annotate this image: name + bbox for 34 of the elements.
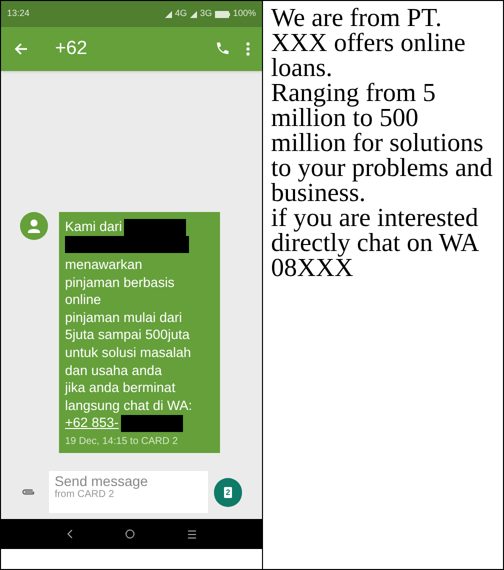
more-options-icon[interactable] <box>246 41 250 57</box>
message-line: online <box>65 291 102 309</box>
status-time: 13:24 <box>7 7 30 20</box>
avatar-icon <box>20 212 48 240</box>
message-line: jika anda berminat <box>65 379 176 397</box>
translation-text: We are from PT. XXX offers online loans. <box>271 5 466 80</box>
send-sim-button[interactable]: 2 <box>214 478 242 506</box>
back-nav-icon[interactable] <box>67 529 74 539</box>
network-label: 3G <box>200 7 212 20</box>
network-label: 4G <box>174 7 187 20</box>
message-line: pinjaman mulai dari <box>65 308 182 326</box>
attachment-icon[interactable] <box>21 487 35 497</box>
translation-text: if you are interested directly chat on WA 08XXX <box>271 205 480 280</box>
message-line: 5juta sampai 500juta <box>65 326 190 344</box>
message-line: menawarkan <box>65 256 142 274</box>
message-input-field[interactable]: Send message from CARD 2 <box>48 471 208 513</box>
message-line: pinjaman berbasis <box>65 274 175 292</box>
menu-nav-icon[interactable] <box>188 530 196 538</box>
message-line: langsung chat di WA: <box>65 396 192 414</box>
message-timestamp: 19 Dec, 14:15 to CARD 2 <box>65 435 179 449</box>
battery-level: 100% <box>232 7 256 20</box>
message-line: dan usaha anda <box>65 362 162 380</box>
phone-link[interactable]: +62 853- <box>65 414 119 432</box>
translation-text: Ranging from 5 million to 500 million for solutions to your problems and business. <box>271 80 494 205</box>
message-line: Kami dari <box>65 218 122 236</box>
phone-icon[interactable] <box>214 41 230 57</box>
battery-icon <box>214 10 230 18</box>
signal-icon <box>164 10 172 18</box>
back-arrow-icon[interactable] <box>13 41 29 57</box>
message-line: untuk solusi masalah <box>65 344 192 362</box>
redaction-bar <box>120 414 183 432</box>
home-nav-icon[interactable] <box>125 529 136 539</box>
contact-title: +62 <box>55 36 88 61</box>
signal-icon <box>190 10 197 18</box>
